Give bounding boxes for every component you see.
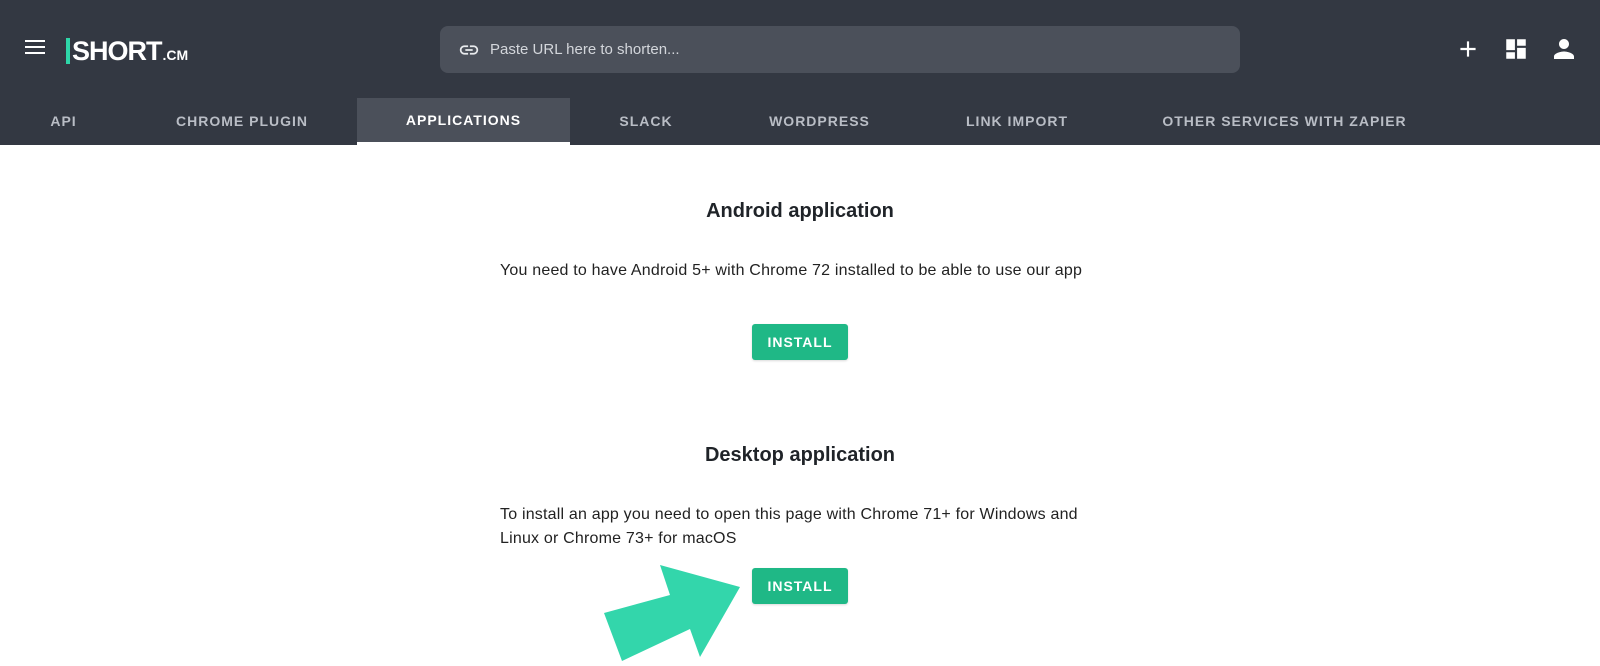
- logo[interactable]: SHORT .CM: [66, 34, 189, 66]
- tab-slack[interactable]: SLACK: [570, 98, 722, 145]
- hamburger-menu-icon[interactable]: [25, 40, 45, 56]
- tab-chrome-plugin[interactable]: CHROME PLUGIN: [127, 98, 357, 145]
- desktop-section-title: Desktop application: [704, 444, 896, 466]
- url-search-bar[interactable]: [440, 26, 1240, 73]
- add-icon[interactable]: [1455, 36, 1481, 62]
- url-input[interactable]: [490, 41, 1190, 58]
- desktop-install-button[interactable]: INSTALL: [752, 568, 848, 604]
- android-install-button[interactable]: INSTALL: [752, 324, 848, 360]
- link-icon: [459, 44, 479, 55]
- tab-applications[interactable]: APPLICATIONS: [357, 98, 570, 145]
- desktop-section-description: To install an app you need to open this …: [500, 506, 1078, 547]
- logo-suffix-text: .CM: [162, 47, 189, 63]
- logo-mark: [66, 38, 82, 64]
- account-icon[interactable]: [1549, 34, 1579, 64]
- pointer-arrow-icon: [604, 565, 740, 661]
- logo-main-text: SHORT: [72, 36, 162, 66]
- tab-api[interactable]: API: [0, 98, 127, 145]
- integration-tabs: API CHROME PLUGIN APPLICATIONS SLACK WOR…: [0, 98, 1600, 145]
- dashboard-icon[interactable]: [1503, 36, 1529, 62]
- tab-link-import[interactable]: LINK IMPORT: [917, 98, 1117, 145]
- android-section-description: You need to have Android 5+ with Chrome …: [500, 262, 1083, 279]
- tab-other-services-zapier[interactable]: OTHER SERVICES WITH ZAPIER: [1117, 98, 1452, 145]
- android-section-title: Android application: [706, 200, 894, 222]
- tab-wordpress[interactable]: WORDPRESS: [722, 98, 917, 145]
- top-bar: SHORT .CM: [0, 0, 1600, 98]
